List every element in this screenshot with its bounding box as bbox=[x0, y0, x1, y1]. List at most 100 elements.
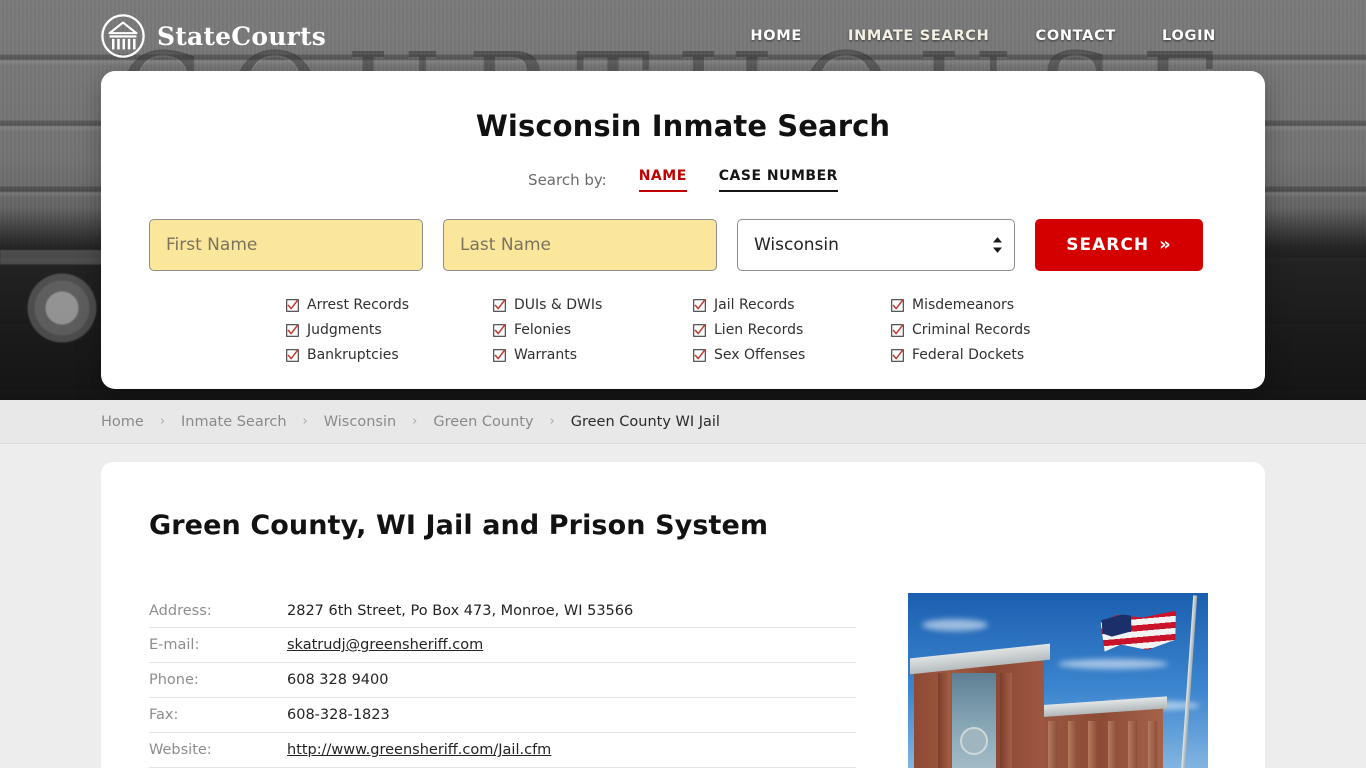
checked-checkbox-icon bbox=[286, 298, 299, 312]
table-row: Website: http://www.greensheriff.com/Jail… bbox=[149, 733, 856, 768]
nav-item-home[interactable]: HOME bbox=[750, 28, 802, 44]
photo-wing-column bbox=[1068, 721, 1077, 768]
nav-item-inmate-search[interactable]: INMATE SEARCH bbox=[848, 28, 990, 44]
breadcrumb-item-inmate-search[interactable]: Inmate Search bbox=[181, 414, 287, 430]
table-row: Phone: 608 328 9400 bbox=[149, 663, 856, 698]
search-form: Wisconsin SEARCH » bbox=[149, 219, 1217, 271]
page-body: Green County, WI Jail and Prison System … bbox=[0, 444, 1366, 768]
breadcrumb-item-wisconsin[interactable]: Wisconsin bbox=[324, 414, 396, 430]
record-type-label: Jail Records bbox=[714, 297, 795, 313]
record-type-checkbox[interactable]: Criminal Records bbox=[891, 322, 1091, 338]
tab-case-number[interactable]: CASE NUMBER bbox=[718, 168, 838, 192]
record-type-checkbox[interactable]: Misdemeanors bbox=[891, 297, 1091, 313]
photo-wing-column bbox=[1088, 721, 1097, 768]
record-type-checkbox[interactable]: Arrest Records bbox=[286, 297, 493, 313]
jail-detail-card: Green County, WI Jail and Prison System … bbox=[101, 462, 1265, 768]
nav-item-login[interactable]: LOGIN bbox=[1162, 28, 1216, 44]
record-type-checkbox[interactable]: Felonies bbox=[493, 322, 693, 338]
detail-value: 608-328-1823 bbox=[287, 707, 390, 723]
facility-details-table: Address: 2827 6th Street, Po Box 473, Mon… bbox=[149, 593, 856, 768]
state-select[interactable]: Wisconsin bbox=[737, 219, 1015, 271]
hero-banner: COURTHOUSE StateCourts HOME INMATE SEARC… bbox=[0, 0, 1366, 400]
record-type-checkbox[interactable]: Jail Records bbox=[693, 297, 891, 313]
record-type-label: Criminal Records bbox=[912, 322, 1031, 338]
record-type-label: Bankruptcies bbox=[307, 347, 399, 363]
checked-checkbox-icon bbox=[493, 298, 506, 312]
double-chevron-right-icon: » bbox=[1159, 234, 1172, 255]
detail-link[interactable]: http://www.greensheriff.com/Jail.cfm bbox=[287, 742, 551, 758]
search-by-label: Search by: bbox=[528, 171, 607, 189]
record-type-checkbox[interactable]: Federal Dockets bbox=[891, 347, 1091, 363]
detail-label: Phone: bbox=[149, 672, 199, 688]
detail-value: 608 328 9400 bbox=[287, 672, 389, 688]
photo-wing-column bbox=[1128, 721, 1137, 768]
record-type-checkbox-grid: Arrest Records DUIs & DWIs Jail Records Mis… bbox=[149, 297, 1217, 363]
detail-label: E-mail: bbox=[149, 637, 200, 653]
photo-wing-column bbox=[1048, 721, 1057, 768]
record-type-label: Misdemeanors bbox=[912, 297, 1015, 313]
table-row: E-mail: skatrudj@greensheriff.com bbox=[149, 628, 856, 663]
breadcrumb-item-green-county[interactable]: Green County bbox=[433, 414, 533, 430]
photo-clock bbox=[960, 727, 988, 755]
detail-link[interactable]: skatrudj@greensheriff.com bbox=[287, 637, 483, 653]
record-type-label: Felonies bbox=[514, 322, 572, 338]
search-button[interactable]: SEARCH » bbox=[1035, 219, 1203, 271]
detail-label: Address: bbox=[149, 602, 212, 619]
checked-checkbox-icon bbox=[693, 323, 706, 337]
breadcrumb-separator-icon: › bbox=[412, 414, 418, 429]
record-type-checkbox[interactable]: Lien Records bbox=[693, 322, 891, 338]
breadcrumb-item-green-county-wi-jail: Green County WI Jail bbox=[570, 413, 720, 430]
tab-name[interactable]: NAME bbox=[638, 168, 687, 192]
detail-value[interactable]: http://www.greensheriff.com/Jail.cfm bbox=[287, 742, 551, 758]
record-type-checkbox[interactable]: Sex Offenses bbox=[693, 347, 891, 363]
state-select-value[interactable]: Wisconsin bbox=[737, 219, 1015, 271]
photo-wing-column bbox=[1108, 721, 1117, 768]
breadcrumb-separator-icon: › bbox=[159, 414, 166, 429]
detail-value[interactable]: skatrudj@greensheriff.com bbox=[287, 637, 483, 653]
record-type-label: Judgments bbox=[307, 322, 382, 338]
detail-label: Website: bbox=[149, 742, 212, 758]
photo-cloud bbox=[1058, 659, 1168, 669]
nav-item-contact[interactable]: CONTACT bbox=[1035, 28, 1116, 44]
checked-checkbox-icon bbox=[891, 298, 904, 312]
detail-label: Fax: bbox=[149, 707, 179, 723]
record-type-checkbox[interactable]: DUIs & DWIs bbox=[493, 297, 693, 313]
record-type-label: Lien Records bbox=[714, 322, 804, 338]
record-type-label: DUIs & DWIs bbox=[514, 297, 603, 313]
record-type-label: Arrest Records bbox=[307, 297, 410, 313]
search-panel-title: Wisconsin Inmate Search bbox=[475, 109, 891, 143]
record-type-checkbox[interactable]: Judgments bbox=[286, 322, 493, 338]
brand-name: StateCourts bbox=[157, 21, 326, 51]
checked-checkbox-icon bbox=[891, 323, 904, 337]
first-name-input[interactable] bbox=[149, 219, 423, 271]
courthouse-logo-icon bbox=[101, 14, 145, 58]
photo-pillar bbox=[938, 673, 950, 768]
checked-checkbox-icon bbox=[693, 348, 706, 362]
record-type-checkbox[interactable]: Warrants bbox=[493, 347, 693, 363]
record-type-checkbox[interactable]: Bankruptcies bbox=[286, 347, 493, 363]
checked-checkbox-icon bbox=[891, 348, 904, 362]
breadcrumb-item-home[interactable]: Home bbox=[101, 414, 144, 430]
table-row: Address: 2827 6th Street, Po Box 473, Mon… bbox=[149, 593, 856, 628]
info-area: Address: 2827 6th Street, Po Box 473, Mon… bbox=[149, 593, 1217, 768]
checked-checkbox-icon bbox=[286, 323, 299, 337]
checked-checkbox-icon bbox=[693, 298, 706, 312]
page-title: Green County, WI Jail and Prison System bbox=[149, 510, 769, 541]
record-type-label: Federal Dockets bbox=[912, 347, 1025, 363]
last-name-input[interactable] bbox=[443, 219, 717, 271]
checked-checkbox-icon bbox=[493, 323, 506, 337]
record-type-label: Sex Offenses bbox=[714, 347, 806, 363]
search-by-tabs: Search by: NAME CASE NUMBER bbox=[149, 168, 1217, 192]
breadcrumb-separator-icon: › bbox=[302, 414, 308, 429]
top-navigation-bar: StateCourts HOME INMATE SEARCH CONTACT L… bbox=[0, 0, 1366, 72]
photo-cloud bbox=[922, 619, 988, 631]
detail-value: 2827 6th Street, Po Box 473, Monroe, WI … bbox=[287, 602, 634, 619]
checked-checkbox-icon bbox=[286, 348, 299, 362]
brand[interactable]: StateCourts bbox=[100, 13, 326, 59]
breadcrumb-separator-icon: › bbox=[549, 414, 555, 429]
table-row: Fax: 608-328-1823 bbox=[149, 698, 856, 733]
checked-checkbox-icon bbox=[493, 348, 506, 362]
search-button-label: SEARCH bbox=[1066, 235, 1150, 255]
green-county-courthouse-photo bbox=[908, 593, 1208, 768]
photo-wing-column bbox=[1148, 721, 1157, 768]
